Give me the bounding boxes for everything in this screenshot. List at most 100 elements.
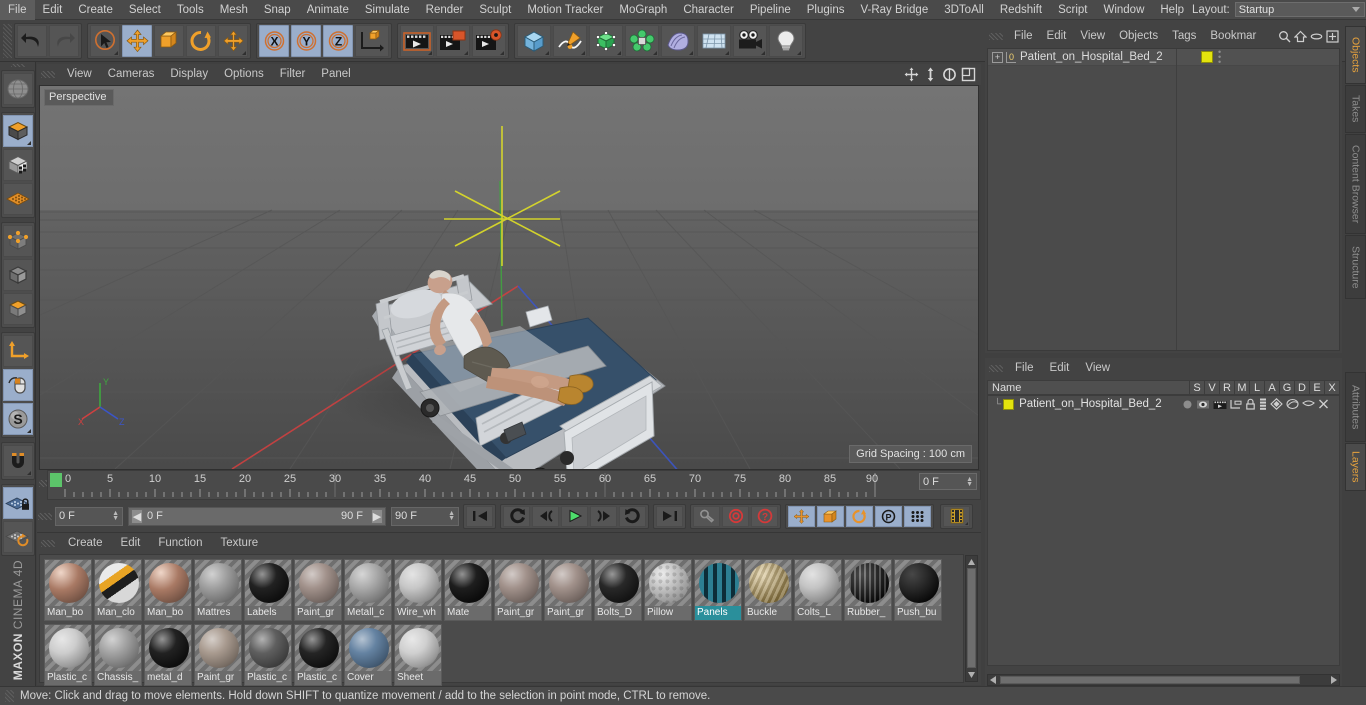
- menu-create[interactable]: Create: [70, 0, 121, 20]
- maximize-view-icon[interactable]: [960, 66, 977, 83]
- material-cell[interactable]: Buckle: [744, 559, 792, 621]
- viewport-menu-panel[interactable]: Panel: [313, 64, 358, 85]
- render-icon[interactable]: [1213, 399, 1227, 410]
- object-menu-view[interactable]: View: [1073, 26, 1112, 47]
- object-menu-bookmark[interactable]: Bookmar: [1203, 26, 1263, 47]
- current-frame-field[interactable]: 0 F ▲ ▼: [919, 473, 977, 490]
- parameter-key-button[interactable]: P: [875, 505, 902, 527]
- dolly-view-icon[interactable]: [922, 66, 939, 83]
- scroll-left-icon[interactable]: [990, 676, 996, 684]
- plus-box-icon[interactable]: [1326, 30, 1339, 43]
- material-cell[interactable]: Bolts_D: [594, 559, 642, 621]
- material-cell[interactable]: Chassis_: [94, 624, 142, 686]
- material-cell[interactable]: Plastic_c: [294, 624, 342, 686]
- ellipse-icon[interactable]: [1310, 30, 1323, 43]
- menu-character[interactable]: Character: [675, 0, 742, 20]
- material-cell[interactable]: Man_bo: [44, 559, 92, 621]
- spinner-icon[interactable]: ▲ ▼: [112, 510, 119, 522]
- deformer-icon[interactable]: [1286, 398, 1299, 410]
- render-settings-button[interactable]: [472, 24, 506, 57]
- spinner-icon[interactable]: ▲ ▼: [966, 476, 973, 488]
- scroll-down-icon[interactable]: [967, 670, 976, 680]
- material-cell[interactable]: Paint_gr: [544, 559, 592, 621]
- world-coordinates-button[interactable]: [355, 24, 389, 57]
- position-key-button[interactable]: [788, 505, 815, 527]
- menu-mesh[interactable]: Mesh: [212, 0, 256, 20]
- scroll-right-icon[interactable]: [1331, 676, 1337, 684]
- add-cube-button[interactable]: [517, 24, 551, 57]
- layer-menu-edit[interactable]: Edit: [1042, 358, 1078, 379]
- menu-3dtoall[interactable]: 3DToAll: [936, 0, 992, 20]
- tab-structure[interactable]: Structure: [1345, 235, 1366, 299]
- add-light-button[interactable]: [769, 24, 803, 57]
- material-menu-create[interactable]: Create: [59, 533, 112, 554]
- xpresso-icon[interactable]: [1318, 398, 1329, 410]
- axis-modify-button[interactable]: [2, 334, 33, 367]
- layer-col-r[interactable]: R: [1219, 381, 1234, 394]
- menu-sculpt[interactable]: Sculpt: [471, 0, 519, 20]
- material-scrollbar[interactable]: [965, 555, 978, 682]
- add-deformer-button[interactable]: [625, 24, 659, 57]
- add-floor-button[interactable]: [697, 24, 731, 57]
- soft-selection-button[interactable]: S: [2, 402, 33, 435]
- left-toolbar-grip[interactable]: [10, 64, 25, 67]
- layer-col-m[interactable]: M: [1234, 381, 1249, 394]
- expression-icon[interactable]: [1302, 398, 1315, 410]
- material-cell[interactable]: Man_bo: [144, 559, 192, 621]
- material-menu-texture[interactable]: Texture: [211, 533, 267, 554]
- layer-manager-grip[interactable]: [989, 365, 1003, 372]
- material-menu-edit[interactable]: Edit: [112, 533, 150, 554]
- dynamic-place-button[interactable]: [218, 24, 248, 57]
- end-frame-field[interactable]: 90 F ▲ ▼: [391, 506, 459, 526]
- previous-keyframe-button[interactable]: [503, 505, 530, 527]
- menu-motion-tracker[interactable]: Motion Tracker: [519, 0, 611, 20]
- menu-window[interactable]: Window: [1095, 0, 1152, 20]
- point-level-animation-button[interactable]: [904, 505, 931, 527]
- add-generator-button[interactable]: [589, 24, 623, 57]
- enable-axis-button[interactable]: [2, 368, 33, 401]
- material-cell[interactable]: Wire_wh: [394, 559, 442, 621]
- layer-col-x[interactable]: X: [1324, 381, 1339, 394]
- layer-col-g[interactable]: G: [1279, 381, 1294, 394]
- points-mode-button[interactable]: [2, 224, 33, 257]
- start-frame-field[interactable]: 0 F ▲ ▼: [55, 506, 123, 526]
- play-button[interactable]: [561, 505, 588, 527]
- material-cell[interactable]: Push_bu: [894, 559, 942, 621]
- layer-scroll-thumb[interactable]: [1000, 676, 1300, 684]
- viewport-menu-cameras[interactable]: Cameras: [100, 64, 163, 85]
- menu-pipeline[interactable]: Pipeline: [742, 0, 799, 20]
- material-cell[interactable]: Plastic_c: [44, 624, 92, 686]
- spinner-icon[interactable]: ▲ ▼: [448, 510, 455, 522]
- material-cell[interactable]: Colts_L: [794, 559, 842, 621]
- viewport-menu-display[interactable]: Display: [162, 64, 216, 85]
- move-tool-button[interactable]: [122, 24, 152, 57]
- live-selection-button[interactable]: [90, 24, 120, 57]
- lock-y-button[interactable]: Y: [291, 24, 321, 57]
- material-scroll-thumb[interactable]: [967, 568, 976, 668]
- material-cell[interactable]: Man_clo: [94, 559, 142, 621]
- material-cell[interactable]: Metall_c: [344, 559, 392, 621]
- redo-button[interactable]: [49, 24, 79, 57]
- search-icon[interactable]: [1278, 30, 1291, 43]
- make-editable-button[interactable]: [2, 114, 33, 147]
- scale-key-button[interactable]: [817, 505, 844, 527]
- layout-dropdown[interactable]: Startup: [1234, 2, 1365, 17]
- material-grip[interactable]: [41, 540, 55, 547]
- menu-redshift[interactable]: Redshift: [992, 0, 1050, 20]
- layer-row-patient[interactable]: └ Patient_on_Hospital_Bed_2: [988, 396, 1339, 412]
- render-view-button[interactable]: [400, 24, 434, 57]
- menu-render[interactable]: Render: [418, 0, 472, 20]
- layer-col-v[interactable]: V: [1204, 381, 1219, 394]
- timeline-toolbar-grip[interactable]: [38, 512, 52, 520]
- manager-icon[interactable]: [1230, 399, 1242, 410]
- perspective-viewport[interactable]: Perspective Grid Spacing : 100 cm Y X Z: [39, 85, 979, 470]
- menu-simulate[interactable]: Simulate: [357, 0, 418, 20]
- tab-takes[interactable]: Takes: [1345, 85, 1366, 133]
- menu-select[interactable]: Select: [121, 0, 169, 20]
- material-cell[interactable]: Mate: [444, 559, 492, 621]
- keyframe-selection-button[interactable]: ?: [751, 505, 778, 527]
- menu-vray-bridge[interactable]: V-Ray Bridge: [852, 0, 936, 20]
- record-active-objects-button[interactable]: [722, 505, 749, 527]
- next-frame-button[interactable]: [590, 505, 617, 527]
- undo-button[interactable]: [17, 24, 47, 57]
